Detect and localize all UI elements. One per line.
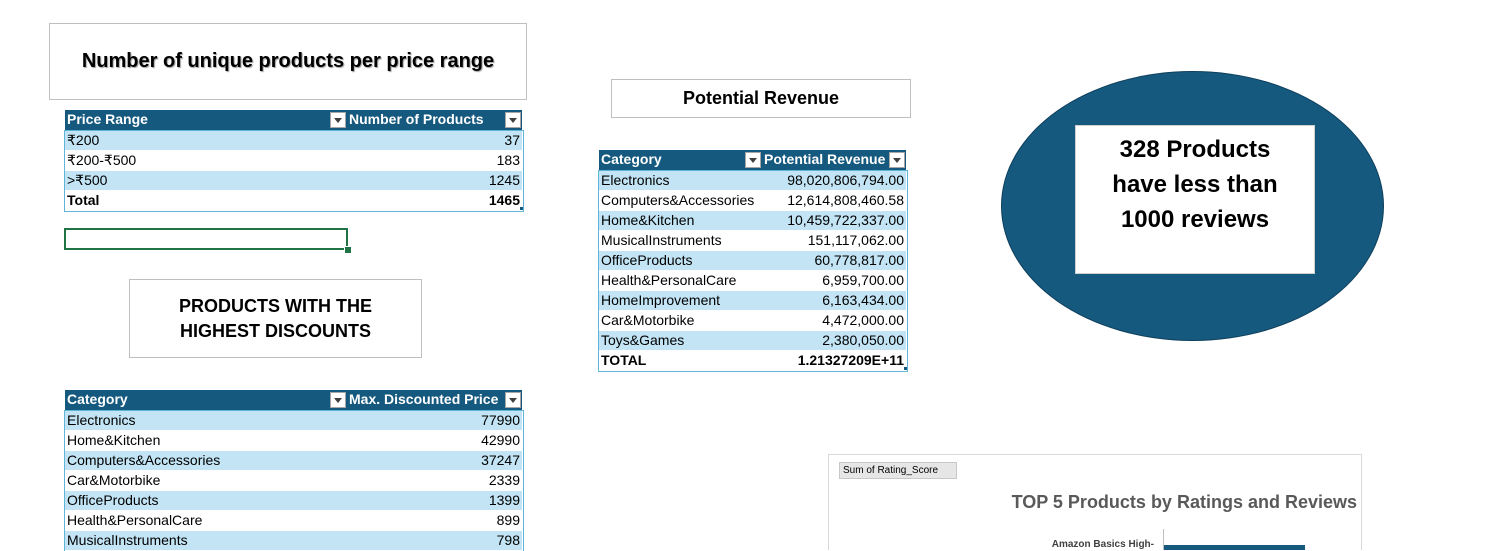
reviews-callout-text: 328 Products have less than 1000 reviews <box>1112 136 1278 233</box>
price-range-title-box: Number of unique products per price rang… <box>49 23 527 100</box>
fill-handle[interactable] <box>344 246 352 254</box>
table-cell[interactable]: Home&Kitchen <box>599 210 762 231</box>
reviews-callout-textbox[interactable]: 328 Products have less than 1000 reviews <box>1075 125 1315 274</box>
table-cell[interactable]: Electronics <box>65 410 347 431</box>
table-row[interactable]: HomeImprovement 6,163,434.00 <box>599 290 906 311</box>
table-cell[interactable]: Home&Kitchen <box>65 430 347 451</box>
filter-dropdown-icon[interactable] <box>330 392 346 408</box>
table-cell[interactable]: MusicalInstruments <box>65 530 347 551</box>
table-cell[interactable]: >₹500 <box>65 170 347 191</box>
table-cell[interactable]: Toys&Games <box>599 330 762 351</box>
table-row[interactable]: Home&Kitchen 42990 <box>65 430 522 451</box>
revenue-table: Category Potential Revenue Electronics 98… <box>599 150 906 371</box>
table-cell[interactable]: Electronics <box>599 170 762 191</box>
table-cell[interactable]: 151,117,062.00 <box>762 230 906 251</box>
table-resize-handle[interactable] <box>520 207 523 210</box>
chart-title: TOP 5 Products by Ratings and Reviews <box>1011 492 1357 512</box>
table-cell[interactable]: 183 <box>347 150 522 171</box>
table-cell[interactable]: 37 <box>347 130 522 151</box>
table-cell[interactable]: 42990 <box>347 430 522 451</box>
table-row[interactable]: Electronics 77990 <box>65 410 522 431</box>
column-header[interactable]: Category <box>599 150 762 171</box>
table-row[interactable]: OfficeProducts 60,778,817.00 <box>599 250 906 271</box>
revenue-title-box: Potential Revenue <box>611 79 911 118</box>
price-range-title: Number of unique products per price rang… <box>81 50 495 72</box>
table-cell[interactable]: 1245 <box>347 170 522 191</box>
table-cell[interactable]: Computers&Accessories <box>599 190 762 211</box>
pivot-field-button[interactable]: Sum of Rating_Score <box>839 462 957 479</box>
filter-dropdown-icon[interactable] <box>505 112 521 128</box>
column-header[interactable]: Number of Products <box>347 110 522 131</box>
table-header-row: Category Max. Discounted Price <box>65 390 522 411</box>
table-row[interactable]: Home&Kitchen 10,459,722,337.00 <box>599 210 906 231</box>
price-range-table: Price Range Number of Products ₹200 37 ₹… <box>65 110 522 211</box>
table-cell[interactable]: 10,459,722,337.00 <box>762 210 906 231</box>
table-cell[interactable]: ₹200-₹500 <box>65 150 347 171</box>
filter-dropdown-icon[interactable] <box>889 152 905 168</box>
table-cell[interactable]: 37247 <box>347 450 522 471</box>
column-header[interactable]: Category <box>65 390 347 411</box>
discount-title: PRODUCTS WITH THE HIGHEST DISCOUNTS <box>179 295 372 341</box>
table-cell[interactable]: Car&Motorbike <box>65 470 347 491</box>
table-row[interactable]: Health&PersonalCare 6,959,700.00 <box>599 270 906 291</box>
table-cell[interactable]: 1.21327209E+11 <box>762 349 906 371</box>
chart-bar[interactable] <box>1164 545 1305 550</box>
column-header[interactable]: Potential Revenue <box>762 150 906 171</box>
table-total-row[interactable]: Total 1465 <box>65 189 522 211</box>
table-cell[interactable]: Computers&Accessories <box>65 450 347 471</box>
table-cell[interactable]: Total <box>65 189 347 211</box>
discount-table: Category Max. Discounted Price Electroni… <box>65 390 522 551</box>
table-cell[interactable]: HomeImprovement <box>599 290 762 311</box>
table-cell[interactable]: OfficeProducts <box>65 490 347 511</box>
filter-dropdown-icon[interactable] <box>505 392 521 408</box>
table-row[interactable]: >₹500 1245 <box>65 170 522 191</box>
table-cell[interactable]: 2,380,050.00 <box>762 330 906 351</box>
table-cell[interactable]: ₹200 <box>65 130 347 151</box>
table-cell[interactable]: MusicalInstruments <box>599 230 762 251</box>
table-row[interactable]: Computers&Accessories 12,614,808,460.58 <box>599 190 906 211</box>
table-header-row: Category Potential Revenue <box>599 150 906 171</box>
table-row[interactable]: Health&PersonalCare 899 <box>65 510 522 531</box>
revenue-title: Potential Revenue <box>682 88 840 108</box>
table-total-row[interactable]: TOTAL 1.21327209E+11 <box>599 349 906 371</box>
chart-category-label: Amazon Basics High- <box>1051 539 1154 550</box>
table-cell[interactable]: TOTAL <box>599 349 762 371</box>
table-cell[interactable]: OfficeProducts <box>599 250 762 271</box>
selected-cell[interactable] <box>64 228 348 250</box>
top5-chart[interactable]: Sum of Rating_Score TOP 5 Products by Ra… <box>828 454 1362 550</box>
table-row[interactable]: ₹200 37 <box>65 130 522 151</box>
table-cell[interactable]: 12,614,808,460.58 <box>762 190 906 211</box>
table-cell[interactable]: Car&Motorbike <box>599 310 762 331</box>
column-header[interactable]: Price Range <box>65 110 347 131</box>
filter-dropdown-icon[interactable] <box>745 152 761 168</box>
table-row[interactable]: Car&Motorbike 2339 <box>65 470 522 491</box>
filter-dropdown-icon[interactable] <box>330 112 346 128</box>
table-row[interactable]: Computers&Accessories 37247 <box>65 450 522 471</box>
table-header-row: Price Range Number of Products <box>65 110 522 131</box>
table-cell[interactable]: 98,020,806,794.00 <box>762 170 906 191</box>
table-row[interactable]: MusicalInstruments 151,117,062.00 <box>599 230 906 251</box>
table-row[interactable]: Electronics 98,020,806,794.00 <box>599 170 906 191</box>
table-row[interactable]: Toys&Games 2,380,050.00 <box>599 330 906 351</box>
table-row[interactable]: Car&Motorbike 4,472,000.00 <box>599 310 906 331</box>
table-cell[interactable]: 6,163,434.00 <box>762 290 906 311</box>
pivot-field-label: Sum of Rating_Score <box>843 465 939 476</box>
table-cell[interactable]: 4,472,000.00 <box>762 310 906 331</box>
table-cell[interactable]: Health&PersonalCare <box>599 270 762 291</box>
table-cell[interactable]: 2339 <box>347 470 522 491</box>
table-cell[interactable]: 60,778,817.00 <box>762 250 906 271</box>
table-cell[interactable]: 798 <box>347 530 522 551</box>
table-resize-handle[interactable] <box>904 367 907 370</box>
table-cell[interactable]: 1465 <box>347 189 522 211</box>
table-cell[interactable]: 77990 <box>347 410 522 431</box>
table-cell[interactable]: 1399 <box>347 490 522 511</box>
table-cell[interactable]: 6,959,700.00 <box>762 270 906 291</box>
table-row[interactable]: ₹200-₹500 183 <box>65 150 522 171</box>
table-row[interactable]: OfficeProducts 1399 <box>65 490 522 511</box>
table-cell[interactable]: Health&PersonalCare <box>65 510 347 531</box>
discount-title-box: PRODUCTS WITH THE HIGHEST DISCOUNTS <box>129 279 422 358</box>
table-row[interactable]: MusicalInstruments 798 <box>65 530 522 551</box>
column-header[interactable]: Max. Discounted Price <box>347 390 522 411</box>
table-cell[interactable]: 899 <box>347 510 522 531</box>
